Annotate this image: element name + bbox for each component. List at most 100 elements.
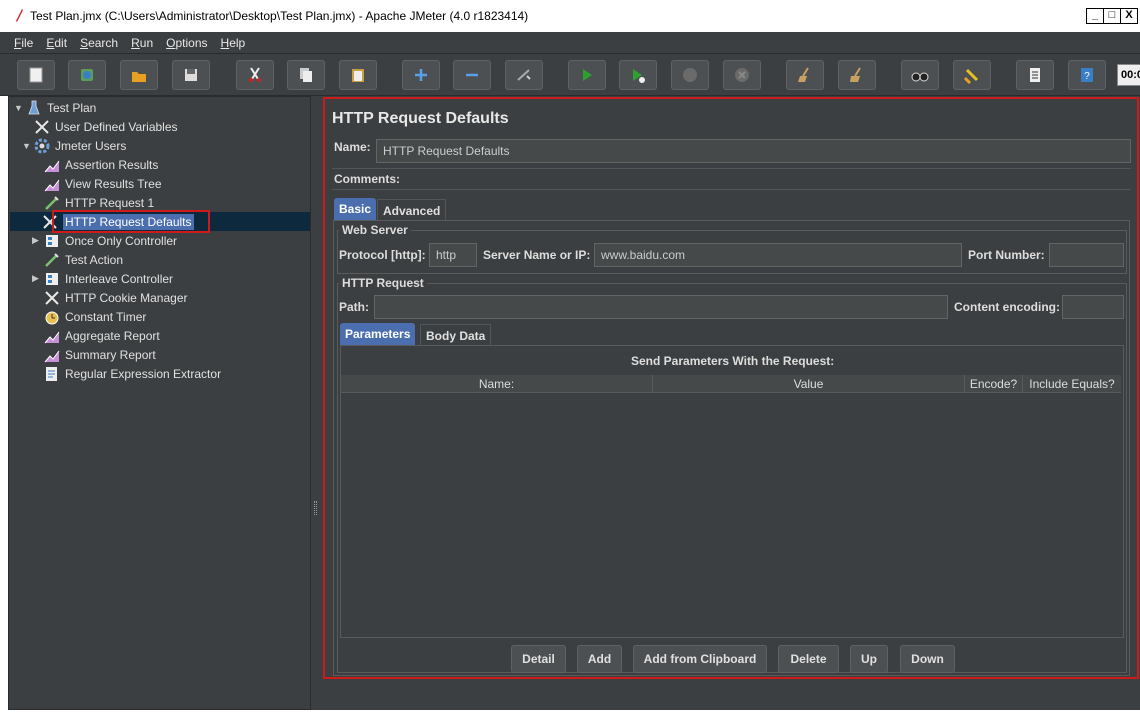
add-from-clipboard-button[interactable]: Add from Clipboard [633,645,767,673]
menu-file[interactable]: File [14,36,33,50]
tree-item-user-defined-variables[interactable]: User Defined Variables [34,117,178,136]
search-button[interactable] [901,60,939,90]
delete-button[interactable]: Delete [778,645,839,673]
collapse-all-button[interactable] [453,60,491,90]
tab-body-data[interactable]: Body Data [420,324,492,346]
expanded-arrow-icon[interactable]: ▼ [22,141,32,151]
menu-edit[interactable]: Edit [46,36,67,50]
tree-item-label: Summary Report [65,347,156,362]
clear-all-button[interactable] [838,60,876,90]
tree-item-label: Aggregate Report [65,328,160,343]
menu-run[interactable]: Run [131,36,153,50]
clear-button[interactable] [786,60,824,90]
toolbar: ? [0,54,1140,96]
detail-button[interactable]: Detail [511,645,566,673]
open-folder-icon [132,72,146,82]
reset-search-button[interactable] [953,60,991,90]
name-input[interactable]: HTTP Request Defaults [376,139,1131,163]
content-encoding-input[interactable] [1062,295,1124,319]
parameters-table-body[interactable] [341,393,1121,636]
up-button[interactable]: Up [850,645,888,673]
save-button[interactable] [172,60,210,90]
shutdown-button[interactable] [723,60,761,90]
tab-basic[interactable]: Basic [334,198,377,220]
templates-icon [81,69,93,81]
cut-button[interactable] [236,60,274,90]
chart-listener-icon [44,157,60,173]
minimize-button[interactable]: _ [1086,8,1104,24]
broom-icon [798,67,809,82]
tree-item-test-plan[interactable]: ▼ Test Plan [14,98,96,117]
tree-item-view-results-tree[interactable]: View Results Tree [44,174,162,193]
stopwatch-icon [44,309,60,325]
tree-item-regular-expression-extractor[interactable]: Regular Expression Extractor [44,364,221,383]
down-button[interactable]: Down [900,645,955,673]
tree-item-http-request-1[interactable]: HTTP Request 1 [44,193,154,212]
tree-item-constant-timer[interactable]: Constant Timer [44,307,146,326]
menu-options[interactable]: Options [166,36,207,50]
tree-item-label: Test Plan [47,100,97,115]
collapsed-arrow-icon[interactable]: ▶ [32,235,42,246]
open-button[interactable] [120,60,158,90]
column-header-encode[interactable]: Encode? [965,375,1023,392]
tab-parameters[interactable]: Parameters [340,323,416,345]
menu-edit-label: dit [54,35,68,50]
close-button[interactable]: X [1120,8,1138,24]
toggle-button[interactable] [505,60,543,90]
shutdown-icon [735,68,749,82]
tree-item-label: User Defined Variables [55,119,178,134]
start-button[interactable] [568,60,606,90]
copy-button[interactable] [287,60,325,90]
gear-icon [34,138,50,154]
jmeter-feather-icon [16,9,23,22]
broom-all-icon [850,67,861,82]
wrench-icon [34,119,50,135]
collapsed-arrow-icon[interactable]: ▶ [32,273,42,284]
tree-item-label: Constant Timer [65,309,147,324]
web-server-title: Web Server [339,223,411,237]
plus-icon [415,69,427,81]
maximize-button[interactable]: □ [1103,8,1121,24]
tree-item-test-action[interactable]: Test Action [44,250,123,269]
function-helper-button[interactable] [1016,60,1054,90]
tab-advanced[interactable]: Advanced [377,199,447,221]
help-button[interactable]: ? [1068,60,1106,90]
expand-all-button[interactable] [402,60,440,90]
document-extractor-icon [44,366,60,382]
tree-item-http-request-defaults[interactable]: HTTP Request Defaults [10,212,310,231]
server-input[interactable]: www.baidu.com [594,243,962,267]
port-input[interactable] [1049,243,1124,267]
tree-item-interleave-controller[interactable]: ▶ Interleave Controller [32,269,173,288]
tree-item-label: Test Action [65,252,124,267]
protocol-label: Protocol [http]: [339,248,426,262]
expanded-arrow-icon[interactable]: ▼ [14,103,24,113]
stop-button[interactable] [671,60,709,90]
start-no-pauses-button[interactable] [619,60,657,90]
add-button[interactable]: Add [577,645,622,673]
tree-item-summary-report[interactable]: Summary Report [44,345,156,364]
flask-icon [26,100,42,116]
panel-splitter[interactable] [311,96,320,710]
tree-item-aggregate-report[interactable]: Aggregate Report [44,326,160,345]
path-label: Path: [339,300,369,314]
tree-item-once-only-controller[interactable]: ▶ Once Only Controller [32,231,177,250]
menu-help[interactable]: Help [221,36,246,50]
tree-item-label: Regular Expression Extractor [65,366,222,381]
wrench-icon [42,214,58,230]
tree-item-jmeter-users[interactable]: ▼ Jmeter Users [22,136,126,155]
column-header-include-equals[interactable]: Include Equals? [1023,375,1121,392]
path-input[interactable] [374,295,948,319]
splitter-grip[interactable] [314,501,317,515]
tree-item-assertion-results[interactable]: Assertion Results [44,155,158,174]
menu-options-label: ptions [175,35,208,50]
templates-button[interactable] [68,60,106,90]
column-header-name[interactable]: Name: [341,375,653,392]
paste-button[interactable] [339,60,377,90]
parameters-heading: Send Parameters With the Request: [631,354,835,368]
protocol-input[interactable]: http [429,243,477,267]
menu-search[interactable]: Search [80,36,118,50]
tree-item-http-cookie-manager[interactable]: HTTP Cookie Manager [44,288,188,307]
column-header-value[interactable]: Value [653,375,965,392]
menu-help-mnemonic: H [220,35,230,50]
new-button[interactable] [17,60,55,90]
